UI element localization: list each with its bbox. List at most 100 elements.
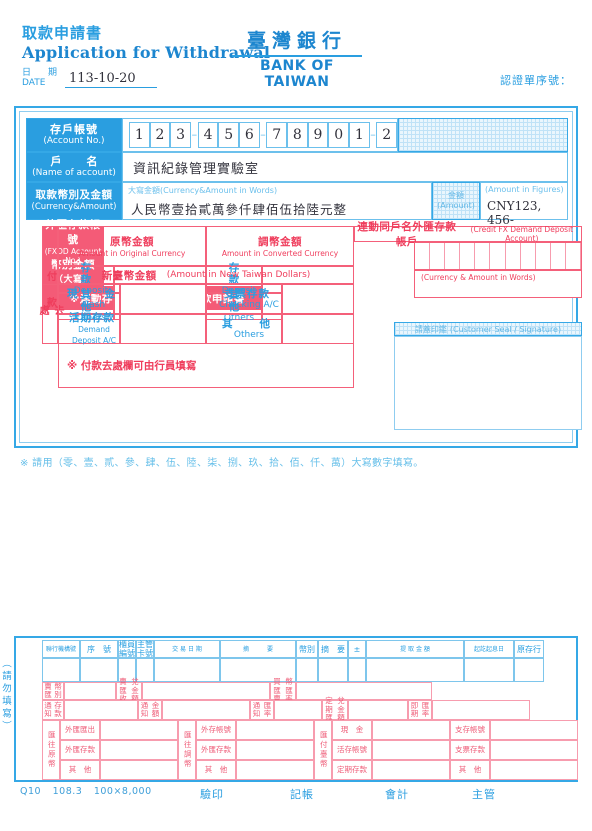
fx-account-digit-cell[interactable] — [475, 243, 491, 269]
auth-group-row-label-orig-1: 外匯存款 — [60, 740, 100, 760]
print-run: 100×8,000 — [93, 786, 152, 797]
auth-group-row-input-orig-0[interactable] — [100, 720, 178, 740]
auth-group-row-input-conv-0[interactable] — [236, 720, 314, 740]
fx-account-title: 連動同戶名外匯存款帳戶 (Credit FX Demand Deposit Ac… — [354, 221, 582, 248]
fx-account-digit-cell[interactable] — [520, 243, 536, 269]
account-digit-cell[interactable]: 6 — [238, 122, 260, 148]
auth-col-input[interactable] — [154, 658, 220, 682]
currency-amount-label-en: (Currency&Amount) — [31, 202, 117, 212]
auth-group-row-input-ntd-0[interactable] — [372, 720, 450, 740]
auth-col-input[interactable] — [464, 658, 514, 682]
account-digit-cell[interactable]: 1 — [348, 122, 370, 148]
account-digit-cell[interactable]: 3 — [170, 122, 191, 148]
auth-col-input[interactable] — [348, 658, 366, 682]
auth-far-right-input-0[interactable] — [490, 720, 578, 740]
auth-col-header: 幣別 — [296, 640, 318, 658]
auth-col-header: 聯行機構號 — [42, 640, 80, 658]
auth-col-input[interactable] — [80, 658, 118, 682]
auth-term-fx-amount-input[interactable] — [348, 700, 408, 720]
fx-account-digit-cell[interactable] — [490, 243, 506, 269]
auth-notice-rate-label: 通知 匯率 — [250, 700, 274, 720]
auth-group-row-input-ntd-2[interactable] — [372, 760, 450, 780]
auth-spot-rate-input[interactable] — [432, 700, 530, 720]
account-digit-cell[interactable]: 0 — [328, 122, 349, 148]
nt-demand-en: Demand Deposit A/C — [72, 325, 116, 345]
auth-group-row-input-conv-1[interactable] — [236, 740, 314, 760]
nt-cash-input[interactable] — [120, 284, 206, 314]
auth-far-right-input-1[interactable] — [490, 740, 578, 760]
account-name-value: 資訊紀錄管理實驗室 — [133, 161, 260, 177]
amount-in-words-input[interactable]: 大寫金額(Currency&Amount in Words) 人民幣壹拾貳萬參仟… — [122, 182, 432, 220]
fx-account-digit-cell[interactable] — [415, 243, 431, 269]
account-no-label: 存戶帳號 (Account No.) — [26, 118, 122, 152]
account-digit-separator: – — [370, 128, 376, 141]
account-name-input[interactable]: 資訊紀錄管理實驗室 — [122, 152, 568, 182]
auth-col-input[interactable] — [42, 658, 80, 682]
auth-group-vertical-label-conv: 匯往調幣 — [178, 720, 196, 780]
auth-buy-fx-rate-input[interactable] — [296, 682, 432, 700]
auth-notice-amount-label: 通知 金額 — [138, 700, 162, 720]
account-digit-cell[interactable]: 8 — [287, 122, 308, 148]
auth-buy-fx-rate-label: 買匯賣 幣匯率 — [270, 678, 296, 703]
currency-amount-label: 取款幣別及金額 (Currency&Amount) — [26, 182, 122, 220]
account-digit-cell[interactable]: 2 — [376, 122, 398, 148]
fx-account-digit-cell[interactable] — [460, 243, 476, 269]
destination-vertical-label: 去處 — [37, 284, 63, 344]
date-label-en: DATE — [22, 78, 46, 88]
amount-in-figures-caption: (Amount in Figures) — [485, 185, 564, 194]
account-digit-cell[interactable]: 2 — [149, 122, 171, 148]
nt-cash-label: 現 金 Cash — [58, 284, 120, 314]
form-inner-border: 存戶帳號 (Account No.) 1 2 3–4 5 6–7 8 9 0 1–2 戶 名 (… — [19, 111, 582, 443]
auth-col-input[interactable] — [318, 658, 348, 682]
fx-account-digit-cell[interactable] — [535, 243, 551, 269]
auth-group-vertical-label-orig: 匯往原幣 — [42, 720, 60, 780]
converted-currency-en: Amount in Converted Currency — [221, 249, 339, 258]
auth-group-row-input-ntd-1[interactable] — [372, 740, 450, 760]
nt-checking-input[interactable] — [282, 284, 354, 314]
auth-side-note: （請勿填寫） — [0, 658, 11, 733]
account-no-input-group[interactable]: 1 2 3–4 5 6–7 8 9 0 1–2 — [122, 118, 398, 152]
auth-group-row-input-orig-2[interactable] — [100, 760, 178, 780]
auth-notice-rate-input[interactable] — [274, 700, 322, 720]
amount-in-words-caption: 大寫金額(Currency&Amount in Words) — [128, 185, 277, 196]
amount-in-words-value: 人民幣壹拾貳萬參仟肆佰伍拾陸元整 — [131, 202, 348, 217]
nt-others-en: Others — [233, 329, 265, 340]
nt-demand-input[interactable] — [120, 314, 206, 344]
account-digit-cell[interactable]: 4 — [197, 122, 219, 148]
date-input[interactable]: 113-10-20 — [65, 71, 158, 88]
auth-group-row-label-orig-0: 外匯匯出 — [60, 720, 100, 740]
signature-bookkeeping: 記帳 — [290, 788, 314, 801]
fx-currency-amount-input[interactable]: (Currency & Amount in Words) — [414, 270, 582, 298]
auth-group-row-input-conv-2[interactable] — [236, 760, 314, 780]
fx-account-digit-cell[interactable] — [445, 243, 461, 269]
fx-account-no-input-group[interactable] — [414, 242, 582, 270]
auth-col-input[interactable] — [514, 658, 544, 682]
account-digit-cell[interactable]: 1 — [129, 122, 150, 148]
seal-signature-area[interactable] — [394, 336, 582, 430]
account-digit-cell[interactable]: 9 — [307, 122, 329, 148]
auth-far-right-input-2[interactable] — [490, 760, 578, 780]
fx-account-digit-cell[interactable] — [565, 243, 582, 269]
auth-sell-fx-currency-input[interactable] — [64, 682, 116, 700]
signature-manager: 主管 — [472, 788, 496, 801]
auth-col-input[interactable] — [366, 658, 464, 682]
nt-checking-label: 支票存款 Checking A/C — [206, 284, 282, 314]
auth-sell-fx-amount-input[interactable] — [142, 682, 270, 700]
auth-group-row-input-orig-1[interactable] — [100, 740, 178, 760]
fx-account-digit-cell[interactable] — [430, 243, 446, 269]
form-version: 108.3 — [52, 786, 83, 797]
nt-note-box: ※ 付款去處欄可由行員填寫 — [58, 344, 354, 388]
amount-in-figures-input[interactable]: (Amount in Figures) CNY123, 456- — [480, 182, 568, 227]
form-header: 取款申請書 Application for Withdrawal 臺灣銀行 BA… — [0, 0, 592, 104]
fx-account-digit-cell[interactable] — [505, 243, 521, 269]
auth-notice-amount-input[interactable] — [162, 700, 250, 720]
nt-others-input[interactable] — [282, 314, 354, 344]
auth-notice-deposit-input[interactable] — [64, 700, 138, 720]
account-digit-cell[interactable]: 5 — [218, 122, 239, 148]
auth-notice-deposit-label: 通知 存款 — [42, 700, 64, 720]
payment-details-block: 付款 原幣金額 Amount in Original Currency 調幣金額… — [37, 219, 582, 450]
auth-col-input[interactable] — [296, 658, 318, 682]
account-digit-cell[interactable]: 7 — [266, 122, 288, 148]
bank-logo: 臺灣銀行 BANK OF TAIWAN — [232, 26, 362, 90]
fx-account-digit-cell[interactable] — [550, 243, 566, 269]
